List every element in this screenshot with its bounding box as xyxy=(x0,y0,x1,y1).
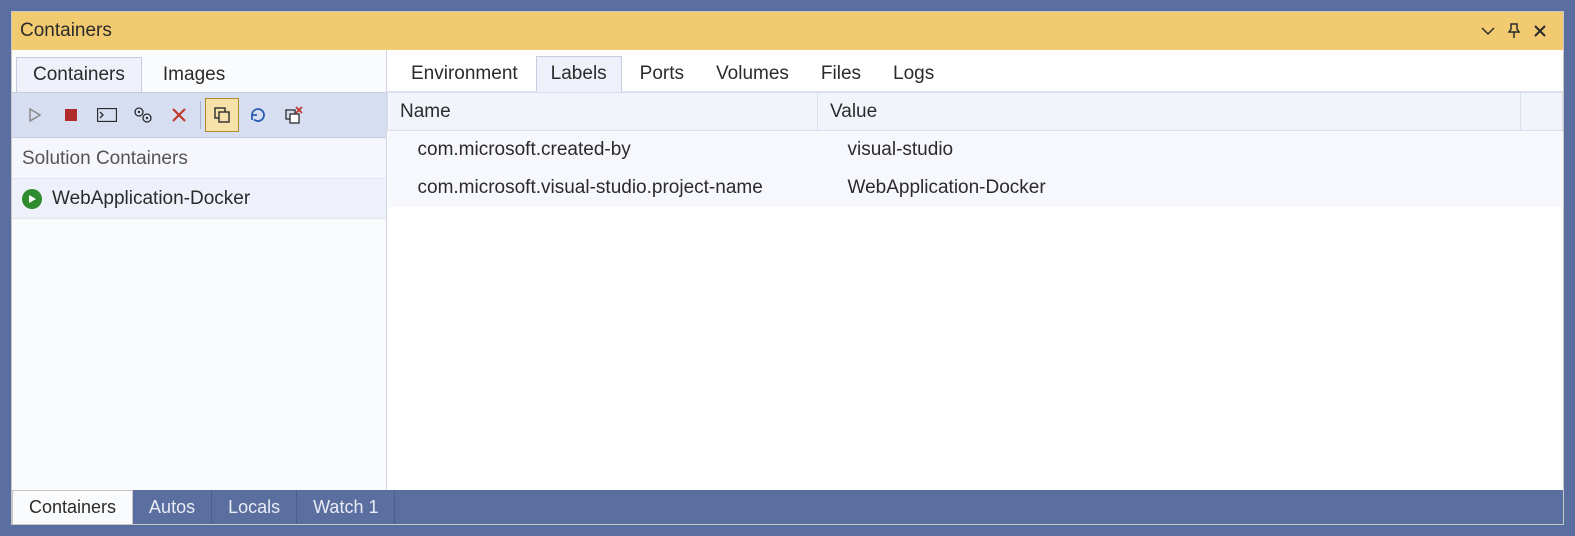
detail-tabs: Environment Labels Ports Volumes Files L… xyxy=(387,50,1563,92)
copy-icon xyxy=(213,106,231,124)
containers-tool-window: Containers Containers Images xyxy=(11,11,1564,525)
settings-button[interactable] xyxy=(126,98,160,132)
settings-gear-icon xyxy=(133,106,153,124)
table-row[interactable]: com.microsoft.created-by visual-studio xyxy=(388,131,1563,169)
tab-volumes[interactable]: Volumes xyxy=(702,57,803,91)
bottom-tab-locals[interactable]: Locals xyxy=(212,490,297,524)
table-row[interactable]: com.microsoft.visual-studio.project-name… xyxy=(388,169,1563,207)
container-name: WebApplication-Docker xyxy=(52,188,250,210)
labels-table-wrap: Name Value com.microsoft.created-by visu… xyxy=(387,92,1563,490)
label-value-cell: WebApplication-Docker xyxy=(818,169,1521,207)
close-icon xyxy=(1533,24,1547,38)
left-tabs: Containers Images xyxy=(12,50,386,92)
pin-icon xyxy=(1507,23,1521,39)
remove-container-button[interactable] xyxy=(277,98,311,132)
delete-x-icon xyxy=(171,107,187,123)
bottom-tab-containers[interactable]: Containers xyxy=(12,490,133,524)
label-name-cell: com.microsoft.created-by xyxy=(388,131,818,169)
window-title: Containers xyxy=(20,20,112,42)
terminal-button[interactable] xyxy=(90,98,124,132)
section-header-solution-containers: Solution Containers xyxy=(12,138,386,179)
start-icon xyxy=(27,107,43,123)
toolbar-separator xyxy=(200,101,201,129)
titlebar: Containers xyxy=(12,12,1563,50)
close-button[interactable] xyxy=(1527,18,1553,44)
label-value-cell: visual-studio xyxy=(818,131,1521,169)
bottom-tab-watch1[interactable]: Watch 1 xyxy=(297,490,395,524)
left-panel: Containers Images xyxy=(12,50,387,490)
running-status-icon xyxy=(22,189,42,209)
tab-labels[interactable]: Labels xyxy=(536,56,622,92)
labels-table: Name Value com.microsoft.created-by visu… xyxy=(387,92,1563,207)
bottom-tab-autos[interactable]: Autos xyxy=(133,490,212,524)
window-options-dropdown[interactable] xyxy=(1475,18,1501,44)
column-header-scroll xyxy=(1521,93,1563,131)
column-header-name[interactable]: Name xyxy=(388,93,818,131)
tab-containers[interactable]: Containers xyxy=(16,57,142,92)
column-header-value[interactable]: Value xyxy=(818,93,1521,131)
refresh-icon xyxy=(249,106,267,124)
terminal-icon xyxy=(97,108,117,122)
start-button[interactable] xyxy=(18,98,52,132)
stop-icon xyxy=(64,108,78,122)
container-toolbar xyxy=(12,92,386,138)
tab-environment[interactable]: Environment xyxy=(397,57,532,91)
tab-logs[interactable]: Logs xyxy=(879,57,948,91)
refresh-button[interactable] xyxy=(241,98,275,132)
container-list: WebApplication-Docker xyxy=(12,179,386,490)
tab-files[interactable]: Files xyxy=(807,57,875,91)
pin-button[interactable] xyxy=(1501,18,1527,44)
remove-container-icon xyxy=(284,106,304,124)
stop-button[interactable] xyxy=(54,98,88,132)
copy-button[interactable] xyxy=(205,98,239,132)
tab-ports[interactable]: Ports xyxy=(626,57,698,91)
tab-images[interactable]: Images xyxy=(146,57,242,92)
right-panel: Environment Labels Ports Volumes Files L… xyxy=(387,50,1563,490)
chevron-down-icon xyxy=(1481,24,1495,38)
bottom-tool-tabs: Containers Autos Locals Watch 1 xyxy=(12,490,1563,524)
delete-button[interactable] xyxy=(162,98,196,132)
label-name-cell: com.microsoft.visual-studio.project-name xyxy=(388,169,818,207)
container-row[interactable]: WebApplication-Docker xyxy=(12,179,386,219)
